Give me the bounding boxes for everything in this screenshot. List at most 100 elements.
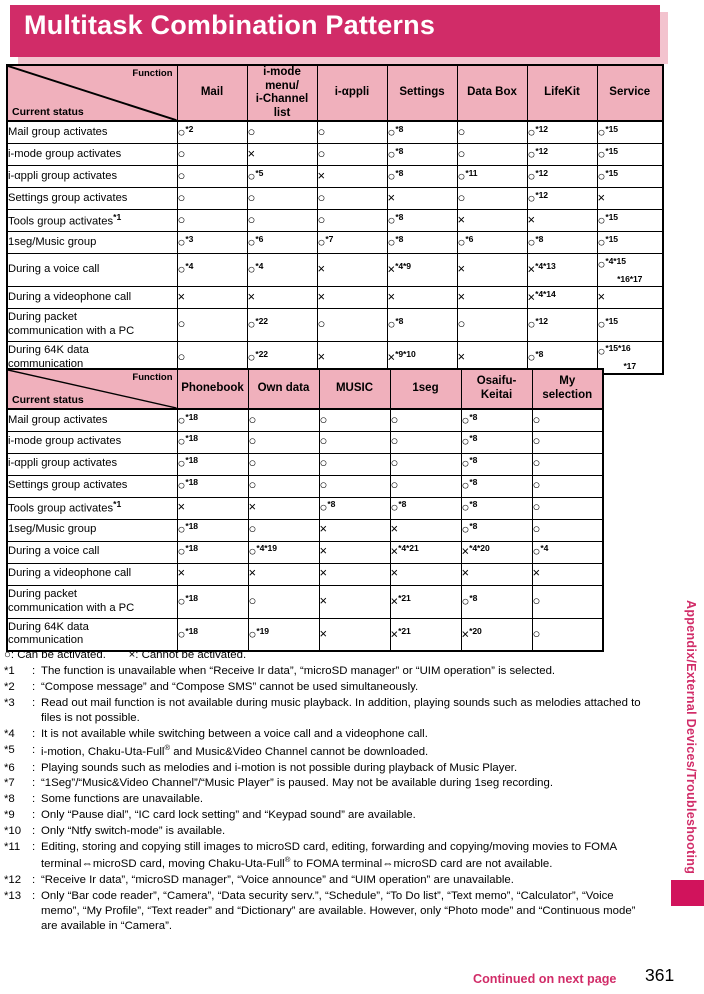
- status-cell: ○*22: [246, 307, 318, 342]
- circle-available-icon: ○: [247, 123, 256, 139]
- status-cell: ×: [389, 518, 462, 542]
- status-cell: ○*18: [176, 408, 249, 432]
- status-cell: ○*8: [386, 208, 458, 232]
- column-header-1: Own data: [247, 368, 320, 410]
- cross-unavailable-icon: ×: [457, 288, 466, 304]
- row-label: i-mode group activates: [6, 142, 178, 166]
- status-cell: ○*2: [176, 120, 248, 144]
- circle-available-icon: ○: [457, 316, 466, 332]
- table-row: i-mode group activates ○ × ○ ○*8 ○ ○*12 ○*15: [6, 142, 664, 166]
- footnote-marker: *12: [4, 873, 22, 886]
- footnote-text: “Compose message” and “Compose SMS” cann…: [41, 681, 419, 694]
- column-header-0: Mail: [176, 64, 248, 123]
- table-row: During a videophone call × × × × × ×*4*14 ×: [6, 285, 664, 309]
- cross-unavailable-icon: ×: [247, 145, 256, 161]
- status-cell: ○: [531, 430, 604, 454]
- status-cell: ○*11: [456, 164, 528, 188]
- table-row: During packet communication with a PC ○ ○*2…: [6, 307, 664, 342]
- status-cell: ○*8: [318, 496, 391, 520]
- status-cell: ×: [456, 252, 528, 287]
- status-cell: ○: [389, 452, 462, 476]
- status-cell: ○: [318, 430, 391, 454]
- status-cell: ○*8: [460, 584, 533, 619]
- status-cell: ○*3: [176, 230, 248, 254]
- footnote-marker: *8: [4, 793, 15, 806]
- status-cell: ×: [316, 252, 388, 287]
- circle-available-icon: ○: [390, 411, 399, 427]
- circle-available-icon: ○: [532, 625, 541, 641]
- status-cell: ○: [246, 186, 318, 210]
- status-cell: ○*19: [247, 617, 320, 652]
- status-cell: ○*8: [460, 474, 533, 498]
- footnote-marker: *13: [4, 889, 22, 902]
- manual-page: Multitask Combination Patterns Function …: [0, 0, 704, 994]
- footnote-text: Read out mail function is not available …: [41, 696, 641, 725]
- cross-unavailable-icon: ×: [387, 288, 396, 304]
- status-cell: ○*18: [176, 452, 249, 476]
- table-row: Tools group activates*1 ○ ○ ○ ○*8 × × ○*15: [6, 208, 664, 232]
- table-row: i-mode group activates ○*18 ○ ○ ○ ○*8 ○: [6, 430, 604, 454]
- cross-unavailable-icon: ×: [319, 521, 328, 537]
- header-row: Function Current status Mail i-mode menu/…: [6, 64, 664, 123]
- status-cell: ×: [247, 562, 320, 586]
- cross-unavailable-icon: ×: [319, 543, 328, 559]
- continued-label: Continued on next page: [473, 972, 617, 986]
- status-cell: ○*8: [460, 518, 533, 542]
- circle-available-icon: ○: [319, 411, 328, 427]
- cross-unavailable-icon: ×: [457, 261, 466, 277]
- status-cell: ○: [531, 408, 604, 432]
- cross-unavailable-icon: ×: [248, 565, 257, 581]
- table-header: Function Current status Phonebook Own dat…: [6, 368, 604, 410]
- table-row: Settings group activates ○ ○ ○ × ○ ○*12 ×: [6, 186, 664, 210]
- column-header-5: My selection: [531, 368, 604, 410]
- cross-unavailable-icon: ×: [177, 499, 186, 515]
- cross-unavailable-icon: ×: [317, 261, 326, 277]
- cross-unavailable-icon: ×: [319, 592, 328, 608]
- side-tab-marker: [671, 880, 704, 906]
- cross-unavailable-icon: ×: [457, 211, 466, 227]
- cross-unavailable-icon: ×: [247, 288, 256, 304]
- footnote-marker: *9: [4, 809, 15, 822]
- cross-unavailable-icon: ×: [457, 348, 466, 364]
- status-cell: ○*8: [460, 408, 533, 432]
- column-header-6: Service: [596, 64, 664, 123]
- footnote-marker: *2: [4, 681, 15, 694]
- status-cell: ○*12: [526, 120, 598, 144]
- status-cell: ×: [531, 562, 604, 586]
- cross-unavailable-icon: ×: [390, 593, 399, 609]
- cross-unavailable-icon: ×: [461, 626, 470, 642]
- cross-unavailable-icon: ×: [527, 289, 536, 305]
- status-cell: ○*6: [246, 230, 318, 254]
- footnote-text: Editing, storing and copying still image…: [41, 840, 617, 870]
- circle-available-icon: ○: [248, 455, 257, 471]
- legend-line: ○: Can be activated. ×: Cannot be activa…: [4, 649, 247, 661]
- circle-available-icon: ○: [457, 123, 466, 139]
- combination-table-primary: Function Current status Mail i-mode menu/…: [6, 64, 664, 376]
- column-header-4: Data Box: [456, 64, 528, 123]
- row-label: Mail group activates: [6, 120, 178, 144]
- row-label: Mail group activates: [6, 408, 178, 432]
- page-title: Multitask Combination Patterns: [24, 10, 436, 40]
- status-cell: ○*8: [386, 142, 458, 166]
- table-row: Mail group activates ○*18 ○ ○ ○ ○*8 ○: [6, 408, 604, 432]
- status-cell: ×: [386, 285, 458, 309]
- table-row: During a voice call ○*18 ○*4*19 × ×*4*21 ×*4*…: [6, 540, 604, 564]
- footnote-item: *10: Only “Ntfy switch-mode” is available…: [4, 824, 652, 839]
- footnote-item: *5: i-motion, Chaku-Uta-Full® and Music&V…: [4, 743, 652, 760]
- status-cell: ×: [316, 285, 388, 309]
- status-cell: ○: [456, 307, 528, 342]
- corner-header-cell: Function Current status: [6, 368, 178, 410]
- circle-available-icon: ○: [319, 433, 328, 449]
- footnote-marker: *5: [4, 743, 15, 756]
- status-cell: ×*4*21: [389, 540, 462, 564]
- status-cell: ○*8: [460, 452, 533, 476]
- footnote-text: It is not available while switching betw…: [41, 728, 428, 741]
- footnote-text: “1Seg”/“Music&Video Channel”/“Music Play…: [41, 777, 553, 790]
- circle-available-icon: ○: [390, 477, 399, 493]
- row-label: 1seg/Music group: [6, 230, 178, 254]
- column-header-3: 1seg: [389, 368, 462, 410]
- footnote-marker: *6: [4, 761, 15, 774]
- status-cell: ○*15: [596, 230, 664, 254]
- circle-available-icon: ○: [390, 455, 399, 471]
- footnote-item: *9: Only “Pause dial”, “IC card lock sett…: [4, 808, 652, 823]
